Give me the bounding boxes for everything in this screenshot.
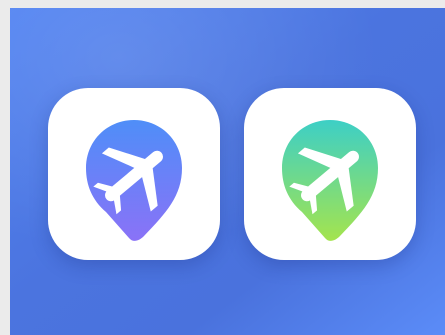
icon-showcase — [10, 8, 445, 335]
green-plane-pin-icon — [244, 88, 416, 260]
blue-plane-pin-icon — [48, 88, 220, 260]
blue-pin-graphic — [86, 120, 182, 241]
green-pin-graphic — [282, 120, 378, 241]
